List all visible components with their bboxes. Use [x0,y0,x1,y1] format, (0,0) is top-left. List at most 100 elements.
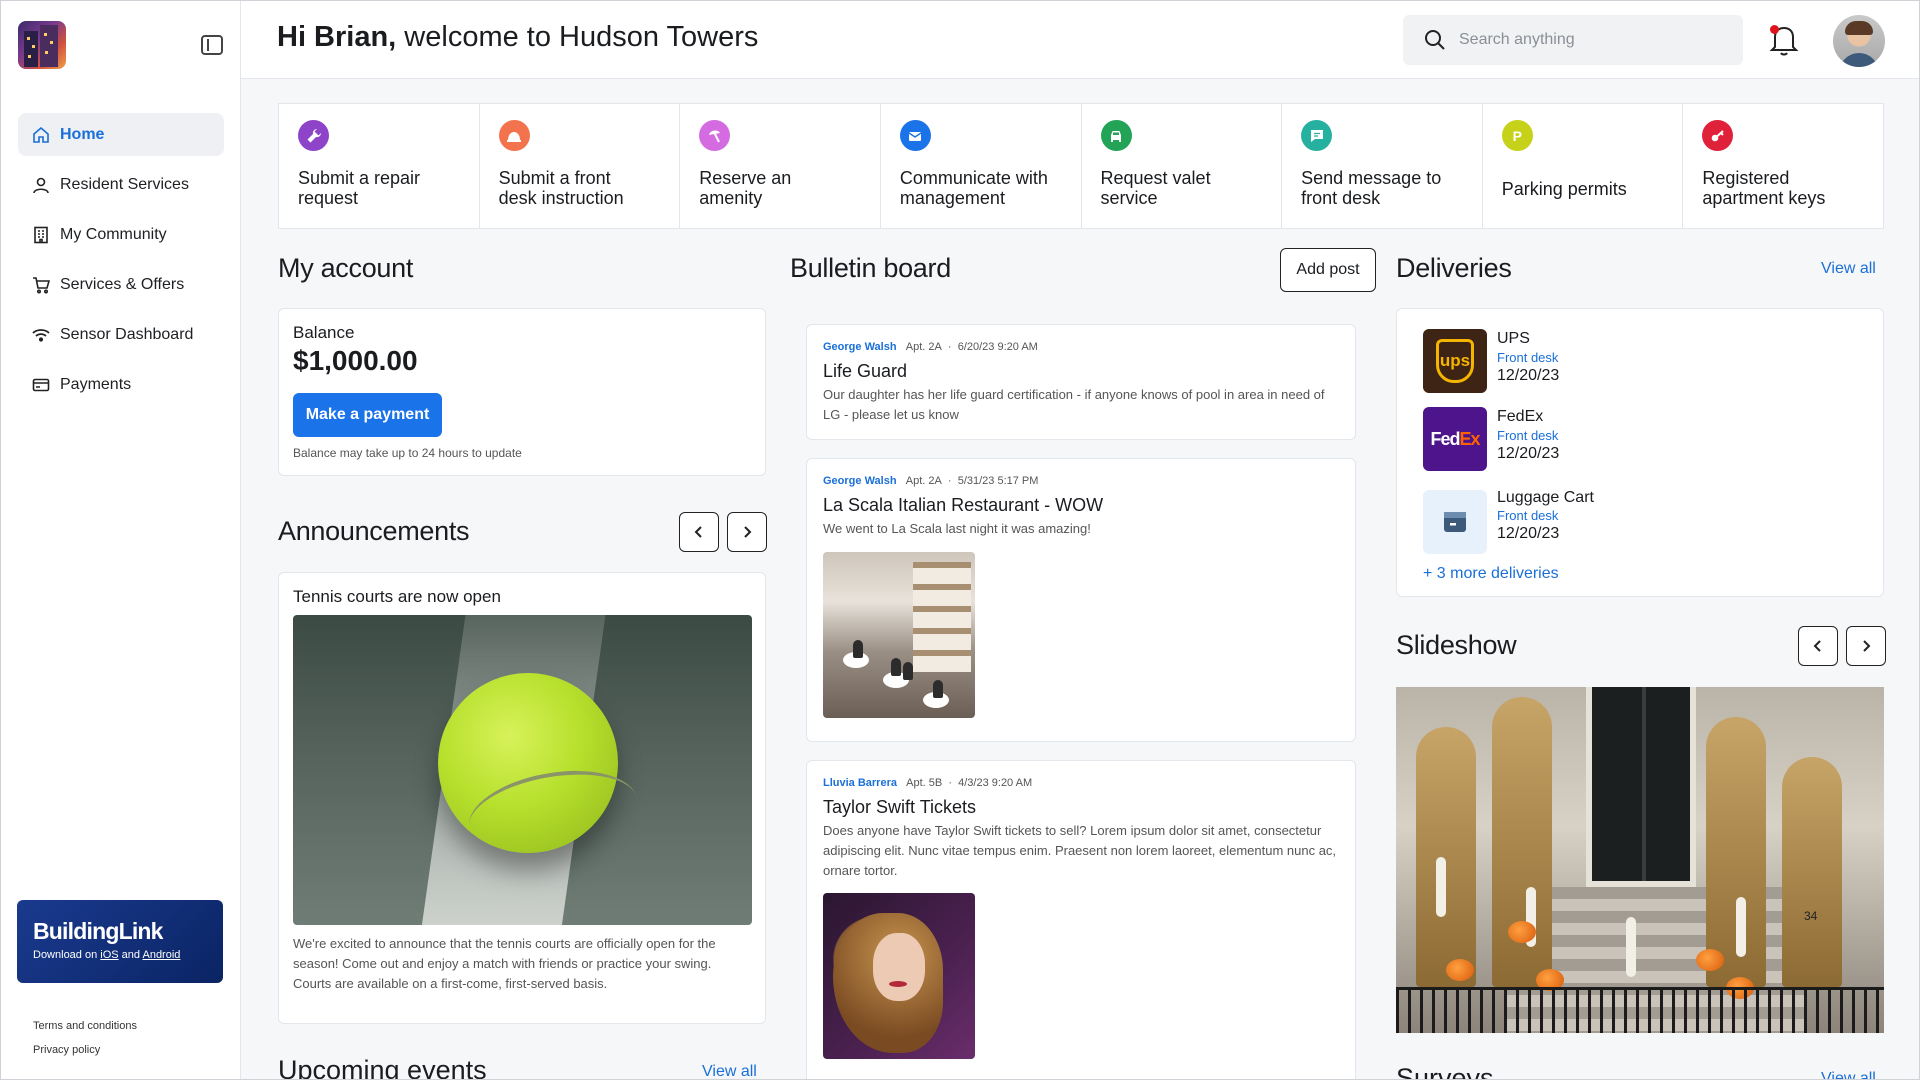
quick-action-apartment-keys[interactable]: Registered apartment keys [1683,104,1883,228]
card-icon [32,376,50,394]
mail-icon [899,120,931,151]
quick-action-front-desk-instruction[interactable]: Submit a front desk instruction [480,104,681,228]
quick-action-communicate-management[interactable]: Communicate with management [881,104,1082,228]
sidebar-item-label: Resident Services [60,175,189,193]
bell-desk-icon [498,120,530,151]
bulletin-post[interactable]: George Walsh Apt. 2A · 5/31/23 5:17 PM L… [806,458,1356,742]
upcoming-events-title: Upcoming events [278,1055,487,1080]
key-icon [1702,120,1734,151]
announcements-next-button[interactable] [727,512,767,552]
sidebar-item-payments[interactable]: Payments [18,363,224,406]
chat-icon [1301,120,1333,151]
delivery-carrier: FedEx [1497,408,1544,425]
delivery-location: Front desk [1497,428,1559,443]
announcements-prev-button[interactable] [679,512,719,552]
post-author[interactable]: George Walsh [823,341,897,353]
delivery-date: 12/20/23 [1497,367,1560,384]
search-input[interactable] [1459,31,1719,49]
bulletin-title: Bulletin board [790,253,951,283]
delivery-location: Front desk [1497,508,1559,523]
quick-action-label: Request valet service [1100,168,1211,208]
person-icon [32,176,50,194]
sidebar-item-services-offers[interactable]: Services & Offers [18,263,224,306]
quick-action-parking-permits[interactable]: P Parking permits [1483,104,1684,228]
sidebar-item-label: Services & Offers [60,275,185,293]
fedex-logo: Fed Ex [1423,407,1487,471]
bulletin-post[interactable]: George Walsh Apt. 2A · 6/20/23 9:20 AM L… [806,324,1356,440]
sidebar-item-my-community[interactable]: My Community [18,213,224,256]
slideshow-title: Slideshow [1396,630,1517,660]
chevron-right-icon [1863,640,1871,652]
post-author[interactable]: George Walsh [823,475,897,487]
cart-icon [32,276,50,294]
more-deliveries-link[interactable]: + 3 more deliveries [1423,565,1559,583]
terms-link[interactable]: Terms and conditions [33,1014,137,1038]
announcement-card[interactable]: Tennis courts are now open We're excited… [278,572,766,1024]
building-logo[interactable] [18,21,66,69]
delivery-item[interactable]: Fed Ex FedEx Front desk 12/20/23 [1423,407,1723,471]
quick-action-label: Parking permits [1501,179,1627,199]
restaurant-image[interactable] [823,552,975,718]
parking-icon: P [1501,120,1533,151]
privacy-link[interactable]: Privacy policy [33,1038,137,1062]
delivery-item[interactable]: Luggage Cart Front desk 12/20/23 [1423,489,1723,554]
announcement-text: We're excited to announce that the tenni… [293,936,716,991]
quick-action-label: Submit a repair request [298,168,421,208]
quick-action-message-front-desk[interactable]: Send message to front desk [1282,104,1483,228]
slideshow-prev-button[interactable] [1798,626,1838,666]
quick-action-label: Registered apartment keys [1702,168,1826,208]
sidebar-item-home[interactable]: Home [18,113,224,156]
delivery-date: 12/20/23 [1497,525,1560,542]
quick-action-reserve-amenity[interactable]: Reserve an amenity [680,104,881,228]
avatar[interactable] [1833,15,1885,67]
sidebar-item-label: Home [60,125,105,143]
tennis-ball-image [293,615,752,925]
sidebar-item-label: Sensor Dashboard [60,325,194,343]
delivery-item[interactable]: ups UPS Front desk 12/20/23 [1423,329,1723,393]
buildinglink-promo[interactable]: BuildingLink Download on iOS and Android [17,900,223,983]
post-meta: Lluvia Barrera Apt. 5B · 4/3/23 9:20 AM [823,777,1033,789]
account-card: Balance $1,000.00 Make a payment Balance… [278,308,766,476]
quick-action-label: Send message to front desk [1301,168,1442,208]
ups-logo: ups [1423,329,1487,393]
ios-link[interactable]: iOS [100,949,118,961]
add-post-button[interactable]: Add post [1280,248,1376,292]
quick-action-valet[interactable]: Request valet service [1082,104,1283,228]
sidebar-item-sensor-dashboard[interactable]: Sensor Dashboard [18,313,224,356]
legal-links: Terms and conditions Privacy policy [33,1014,137,1062]
surveys-view-all-link[interactable]: View all [1821,1070,1876,1079]
post-body: Our daughter has her life guard certific… [823,387,1325,422]
house-number: 34 [1804,909,1818,923]
post-body: We went to La Scala last night it was am… [823,521,1091,536]
promo-download: Download on iOS and Android [33,949,181,961]
post-title: Life Guard [823,361,908,381]
car-icon [1100,120,1132,151]
package-icon [1423,490,1487,554]
android-link[interactable]: Android [142,949,180,961]
wrench-icon [298,120,329,151]
sidebar-item-resident-services[interactable]: Resident Services [18,163,224,206]
balance-note: Balance may take up to 24 hours to updat… [293,446,522,460]
quick-actions: Submit a repair request Submit a front d… [278,103,1884,229]
sidebar-collapse-icon[interactable] [201,35,223,55]
quick-action-label: Submit a front desk instruction [498,168,624,208]
announcements-title: Announcements [278,516,470,546]
sidebar-nav: Home Resident Services My Community Serv… [18,113,224,413]
make-payment-button[interactable]: Make a payment [293,393,442,437]
slideshow-next-button[interactable] [1846,626,1886,666]
slideshow-image[interactable]: 34 [1396,687,1884,1033]
quick-action-repair[interactable]: Submit a repair request [279,104,480,228]
balance-label: Balance [293,323,355,342]
building-icon [32,226,50,244]
chevron-right-icon [744,526,752,538]
surveys-title: Surveys [1396,1063,1494,1080]
app-window: Home Resident Services My Community Serv… [0,0,1920,1080]
bulletin-post[interactable]: Lluvia Barrera Apt. 5B · 4/3/23 9:20 AM … [806,760,1356,1079]
post-author[interactable]: Lluvia Barrera [823,777,897,789]
page-title: Hi Brian, welcome to Hudson Towers [277,21,759,53]
singer-photo[interactable] [823,893,975,1059]
search-box[interactable] [1403,15,1743,65]
deliveries-view-all-link[interactable]: View all [1821,260,1876,278]
upcoming-view-all-link[interactable]: View all [702,1063,757,1079]
home-icon [32,126,50,144]
